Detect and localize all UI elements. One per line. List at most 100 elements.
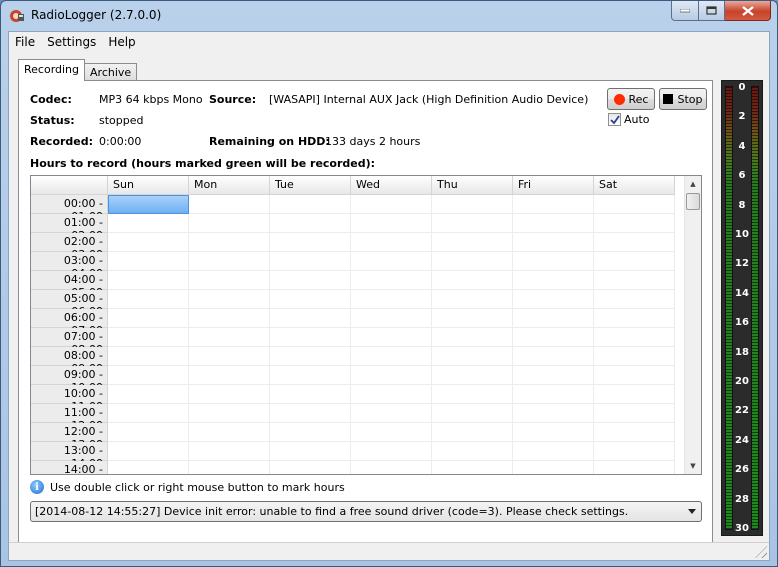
row-header[interactable]: 06:00 - 07:00 — [31, 309, 108, 337]
schedule-cell[interactable] — [432, 252, 513, 271]
row-header[interactable]: 03:00 - 04:00 — [31, 252, 108, 280]
row-header[interactable]: 05:00 - 06:00 — [31, 290, 108, 318]
schedule-cell[interactable] — [432, 195, 513, 214]
schedule-cell[interactable] — [189, 309, 270, 328]
schedule-cell[interactable] — [108, 290, 189, 309]
schedule-cell[interactable] — [108, 423, 189, 442]
column-header[interactable]: Fri — [513, 176, 594, 195]
schedule-cell[interactable] — [351, 290, 432, 309]
schedule-cell[interactable] — [108, 366, 189, 385]
schedule-cell[interactable] — [432, 423, 513, 442]
schedule-cell[interactable] — [108, 309, 189, 328]
rec-button[interactable]: Rec — [607, 88, 655, 110]
schedule-cell[interactable] — [270, 442, 351, 461]
schedule-cell[interactable] — [432, 461, 513, 474]
schedule-cell[interactable] — [189, 195, 270, 214]
schedule-cell[interactable] — [270, 214, 351, 233]
schedule-cell[interactable] — [351, 195, 432, 214]
schedule-cell[interactable] — [189, 271, 270, 290]
schedule-cell[interactable] — [108, 347, 189, 366]
schedule-cell[interactable] — [594, 252, 675, 271]
schedule-cell[interactable] — [189, 423, 270, 442]
title-bar[interactable]: RadioLogger (2.7.0.0) — [1, 1, 777, 31]
schedule-cell[interactable] — [594, 309, 675, 328]
schedule-cell[interactable] — [270, 404, 351, 423]
schedule-cell[interactable] — [108, 214, 189, 233]
schedule-cell[interactable] — [513, 423, 594, 442]
schedule-cell[interactable] — [351, 271, 432, 290]
schedule-cell[interactable] — [594, 385, 675, 404]
schedule-cell[interactable] — [351, 309, 432, 328]
schedule-cell[interactable] — [513, 347, 594, 366]
schedule-cell[interactable] — [351, 252, 432, 271]
schedule-cell[interactable] — [513, 442, 594, 461]
schedule-cell[interactable] — [594, 271, 675, 290]
schedule-cell[interactable] — [594, 442, 675, 461]
scroll-thumb[interactable] — [686, 193, 700, 210]
auto-checkbox[interactable] — [608, 113, 621, 126]
resize-grip-icon[interactable] — [755, 546, 767, 558]
menu-file[interactable]: File — [9, 32, 41, 52]
row-header[interactable]: 00:00 - 01:00 — [31, 195, 108, 223]
schedule-cell[interactable] — [189, 328, 270, 347]
schedule-cell[interactable] — [270, 366, 351, 385]
schedule-cell[interactable] — [432, 290, 513, 309]
schedule-cell[interactable] — [189, 214, 270, 233]
schedule-cell[interactable] — [432, 347, 513, 366]
schedule-cell[interactable] — [594, 233, 675, 252]
schedule-cell[interactable] — [351, 442, 432, 461]
schedule-cell[interactable] — [513, 385, 594, 404]
schedule-cell[interactable] — [351, 404, 432, 423]
column-header[interactable]: Sun — [108, 176, 189, 195]
schedule-cell[interactable] — [594, 366, 675, 385]
schedule-cell[interactable] — [189, 385, 270, 404]
row-header[interactable]: 12:00 - 13:00 — [31, 423, 108, 451]
schedule-cell[interactable] — [270, 271, 351, 290]
row-header[interactable]: 09:00 - 10:00 — [31, 366, 108, 394]
row-header[interactable]: 01:00 - 02:00 — [31, 214, 108, 242]
tab-recording[interactable]: Recording — [18, 59, 86, 81]
schedule-cell[interactable] — [189, 252, 270, 271]
menu-help[interactable]: Help — [102, 32, 141, 52]
schedule-cell[interactable] — [351, 233, 432, 252]
schedule-cell[interactable] — [351, 461, 432, 474]
row-header[interactable]: 11:00 - 12:00 — [31, 404, 108, 432]
schedule-cell[interactable] — [189, 233, 270, 252]
row-header[interactable]: 04:00 - 05:00 — [31, 271, 108, 299]
schedule-cell[interactable] — [432, 328, 513, 347]
close-button[interactable] — [725, 1, 771, 21]
schedule-cell[interactable] — [432, 385, 513, 404]
column-header[interactable]: Mon — [189, 176, 270, 195]
minimize-button[interactable] — [671, 1, 699, 21]
schedule-cell[interactable] — [189, 461, 270, 474]
schedule-cell[interactable] — [108, 328, 189, 347]
row-header[interactable]: 07:00 - 08:00 — [31, 328, 108, 356]
schedule-cell[interactable] — [432, 309, 513, 328]
schedule-cell[interactable] — [270, 328, 351, 347]
schedule-cell[interactable] — [432, 404, 513, 423]
scroll-up-arrow-icon[interactable]: ▲ — [685, 176, 701, 192]
schedule-cell[interactable] — [594, 290, 675, 309]
schedule-cell[interactable] — [189, 366, 270, 385]
schedule-cell[interactable] — [108, 233, 189, 252]
schedule-cell[interactable] — [513, 195, 594, 214]
column-header[interactable]: Sat — [594, 176, 675, 195]
schedule-cell[interactable] — [594, 347, 675, 366]
schedule-cell[interactable] — [108, 404, 189, 423]
row-header[interactable]: 10:00 - 11:00 — [31, 385, 108, 413]
schedule-cell[interactable] — [513, 461, 594, 474]
schedule-cell[interactable] — [351, 423, 432, 442]
schedule-cell[interactable] — [513, 404, 594, 423]
grid-scrollbar[interactable]: ▲ ▼ — [684, 176, 701, 474]
schedule-cell[interactable] — [594, 461, 675, 474]
schedule-cell[interactable] — [108, 461, 189, 474]
column-header[interactable]: Thu — [432, 176, 513, 195]
column-header[interactable]: Wed — [351, 176, 432, 195]
schedule-cell[interactable] — [594, 404, 675, 423]
schedule-cell[interactable] — [270, 233, 351, 252]
schedule-cell[interactable] — [270, 347, 351, 366]
schedule-cell[interactable] — [432, 366, 513, 385]
schedule-cell[interactable] — [108, 385, 189, 404]
schedule-cell[interactable] — [189, 442, 270, 461]
schedule-cell[interactable] — [108, 442, 189, 461]
